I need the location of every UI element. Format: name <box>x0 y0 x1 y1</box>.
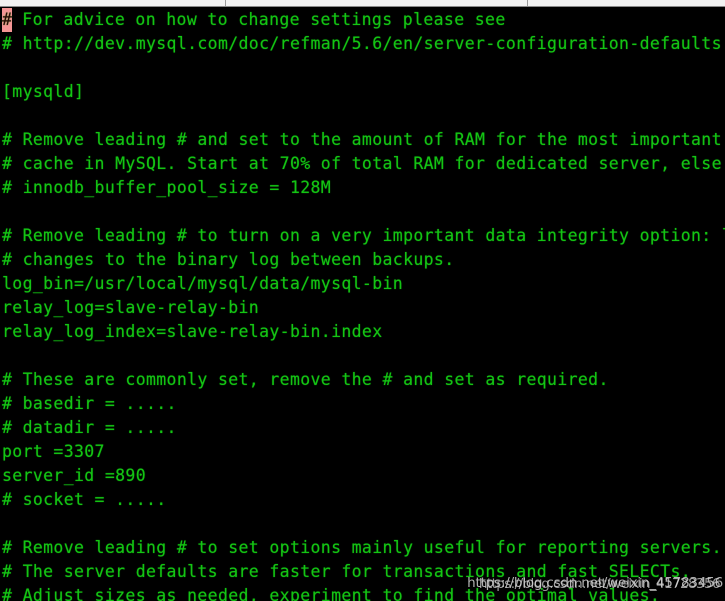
terminal-line: port =3307 <box>2 442 105 461</box>
terminal-line: # Remove leading # and set to the amount… <box>2 130 725 149</box>
terminal-line: relay_log=slave-relay-bin <box>2 298 260 317</box>
terminal-line: # These are commonly set, remove the # a… <box>2 370 609 389</box>
terminal-line: # basedir = ..... <box>2 394 177 413</box>
terminal-line: # Remove leading # to turn on a very imp… <box>2 226 725 245</box>
terminal-line: # For advice on how to change settings p… <box>0 8 725 32</box>
chrome-divider-1 <box>225 0 226 6</box>
terminal-line: server_id =890 <box>2 466 146 485</box>
terminal-line-text: For advice on how to change settings ple… <box>12 10 506 29</box>
text-cursor[interactable]: # <box>2 8 12 32</box>
terminal-line: # socket = ..... <box>2 490 167 509</box>
window-chrome-strip <box>0 0 725 7</box>
terminal-line: # http://dev.mysql.com/doc/refman/5.6/en… <box>2 34 725 53</box>
terminal-line: [mysqld] <box>2 82 85 101</box>
terminal-line: relay_log_index=slave-relay-bin.index <box>2 322 383 341</box>
terminal-line: log_bin=/usr/local/mysql/data/mysql-bin <box>2 274 404 293</box>
terminal-line: # changes to the binary log between back… <box>2 250 455 269</box>
terminal-line: # innodb_buffer_pool_size = 128M <box>2 178 332 197</box>
terminal-screen[interactable]: # For advice on how to change settings p… <box>0 8 725 601</box>
chrome-divider-2 <box>527 0 528 6</box>
terminal-line: # datadir = ..... <box>2 418 177 437</box>
terminal-line: # Adjust sizes as needed, experiment to … <box>2 586 661 601</box>
terminal-line: # cache in MySQL. Start at 70% of total … <box>2 154 725 173</box>
terminal-line: # Remove leading # to set options mainly… <box>2 538 722 557</box>
terminal-line: # The server defaults are faster for tra… <box>2 562 692 581</box>
